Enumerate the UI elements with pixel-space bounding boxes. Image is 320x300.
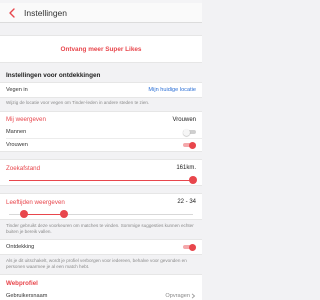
chevron-right-icon — [191, 293, 196, 299]
age-range-slider[interactable] — [9, 209, 193, 219]
page-title: Instellingen — [24, 7, 68, 18]
women-label: Vrouwen — [6, 142, 28, 148]
location-label: Vegen in — [6, 87, 28, 93]
web-profile-group: Webprofiel Gebruikersnaam Opvragen — [0, 274, 202, 300]
web-profile-heading: Webprofiel — [6, 279, 38, 287]
chevron-left-icon — [9, 7, 15, 18]
distance-slider[interactable] — [9, 175, 197, 185]
show-me-value: Vrouwen — [172, 116, 196, 123]
location-row[interactable]: Vegen in Mijn huidige locatie — [0, 82, 202, 98]
discovery-toggle[interactable] — [183, 243, 196, 251]
distance-value: 161km. — [176, 165, 196, 171]
app-header: Instellingen — [0, 3, 202, 23]
discovery-section-heading: Instellingen voor ontdekkingen — [6, 72, 101, 79]
age-max-thumb[interactable] — [60, 210, 69, 218]
show-me-women-row: Vrouwen — [0, 139, 202, 151]
show-me-men-row: Mannen — [0, 126, 202, 138]
super-likes-button[interactable]: Ontvang meer Super Likes — [0, 35, 202, 63]
username-label: Gebruikersnaam — [6, 293, 48, 299]
distance-slider-thumb[interactable] — [189, 176, 197, 184]
show-me-group: Mij weergeven Vrouwen Mannen Vrouwen — [0, 111, 202, 152]
men-label: Mannen — [6, 129, 27, 135]
discovery-toggle-row: Ontdekking — [0, 239, 202, 255]
discovery-hint: Als je dit uitschakelt, wordt je profiel… — [6, 258, 187, 269]
preferences-hint: Tinder gebruikt deze voorkeuren om match… — [6, 223, 194, 234]
age-label: Leeftijden weergeven — [6, 198, 65, 206]
username-action: Opvragen — [165, 293, 190, 299]
distance-group: Zoekafstand 161km. — [0, 159, 202, 186]
super-likes-label: Ontvang meer Super Likes — [60, 45, 142, 53]
men-toggle[interactable] — [183, 128, 196, 136]
show-me-label: Mij weergeven — [6, 116, 46, 123]
username-row[interactable]: Gebruikersnaam Opvragen — [0, 290, 202, 300]
location-hint: Wijzig de locatie voor vegen om Tinder-l… — [6, 100, 150, 105]
discovery-label: Ontdekking — [6, 244, 35, 250]
women-toggle[interactable] — [183, 141, 196, 149]
back-button[interactable] — [6, 7, 18, 19]
age-min-thumb[interactable] — [19, 210, 28, 218]
location-value: Mijn huidige locatie — [148, 87, 196, 93]
distance-label: Zoekafstand — [6, 164, 41, 172]
age-group: Leeftijden weergeven 22 - 34 — [0, 193, 202, 220]
age-value: 22 - 34 — [177, 199, 196, 205]
